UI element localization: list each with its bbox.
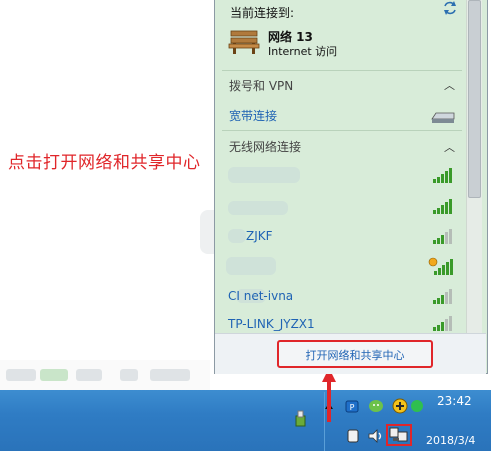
collapse-wireless-icon[interactable]: ︿: [444, 139, 455, 155]
clock-date[interactable]: 2018/3/4: [426, 434, 475, 447]
wifi-name: TP-LINK_JYZX1: [228, 317, 315, 331]
network-icon-highlight: [386, 424, 412, 446]
bench-icon: [228, 30, 260, 54]
usb-icon[interactable]: [293, 410, 307, 428]
wechat-icon[interactable]: [368, 398, 386, 414]
annotation-text: 点击打开网络和共享中心: [8, 153, 201, 173]
wifi-list-item[interactable]: [222, 162, 462, 190]
section-title-vpn: 拨号和 VPN: [229, 79, 294, 93]
blurred-wifi-name: [228, 229, 246, 243]
current-connection-label: 当前连接到:: [230, 6, 295, 20]
blurred-wifi-name: [226, 257, 276, 275]
connected-network-status: Internet 访问: [268, 45, 338, 58]
wifi-secured-signal-icon: [428, 257, 453, 275]
section-title-wireless: 无线网络连接: [229, 140, 302, 154]
volume-icon[interactable]: [367, 428, 385, 444]
wifi-list-item[interactable]: ZJKF: [222, 223, 462, 251]
modem-icon: [431, 112, 455, 123]
wifi-signal-icon: [433, 316, 452, 331]
red-arrow: [322, 368, 336, 422]
wifi-signal-icon: [433, 289, 452, 304]
wifi-list-item[interactable]: CI net-ivna: [222, 283, 462, 311]
wifi-list-item[interactable]: [222, 193, 462, 221]
broadband-connection-item[interactable]: 宽带连接: [229, 107, 277, 124]
usb-drive-icon[interactable]: P: [344, 398, 360, 414]
refresh-icon[interactable]: [442, 0, 458, 16]
wifi-name: CI net-ivna: [228, 289, 294, 303]
device-tray-icon[interactable]: [346, 428, 360, 444]
section-divider: [222, 70, 462, 71]
blurred-wifi-name: [228, 201, 288, 215]
wifi-signal-icon: [433, 168, 452, 183]
clock-time[interactable]: 23:42: [437, 394, 472, 408]
wifi-signal-icon: [433, 199, 452, 214]
shield-icon[interactable]: [392, 398, 408, 414]
wifi-list-item[interactable]: TP-LINK_JYZX1: [222, 313, 462, 333]
collapse-vpn-icon[interactable]: ︿: [444, 77, 455, 93]
blurred-wifi-name: [228, 167, 300, 183]
wifi-signal-icon: [433, 229, 452, 244]
popup-scrollbar-thumb[interactable]: [468, 0, 481, 198]
blurred-window-strip: [0, 360, 210, 390]
svg-text:P: P: [350, 403, 355, 412]
section-divider: [222, 130, 462, 131]
wifi-list-item[interactable]: [222, 253, 462, 281]
open-network-sharing-center-button[interactable]: 打开网络和共享中心: [277, 340, 433, 368]
app-tray-icon[interactable]: [410, 398, 424, 414]
wifi-name: ZJKF: [246, 229, 273, 243]
